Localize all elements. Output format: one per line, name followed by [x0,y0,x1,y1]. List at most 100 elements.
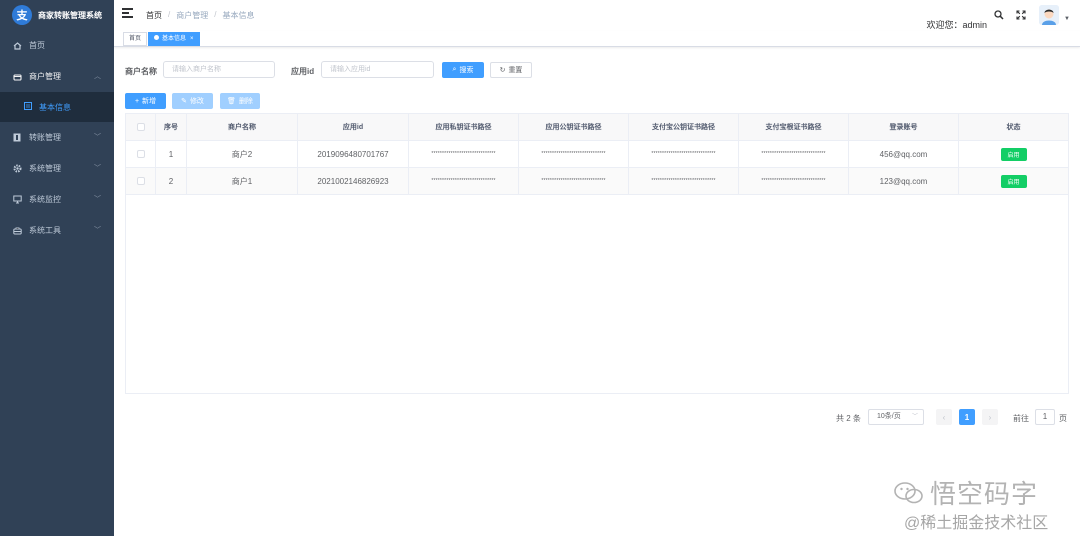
reset-button[interactable]: ↻ 重置 [490,62,532,78]
appid-input[interactable] [321,61,434,78]
row-select-cell[interactable] [126,141,156,167]
column-header: 状态 [1006,124,1021,131]
cell-app-private-cert: ****************************** [409,168,519,194]
appid-label: 应用id [291,67,315,76]
avatar[interactable] [1039,5,1059,25]
caret-down-icon[interactable]: ▼ [1064,16,1070,22]
status-badge: 启用 [1000,147,1027,161]
cell-app-public-cert: ****************************** [519,141,629,167]
breadcrumb-home[interactable]: 首页 [146,10,162,21]
cell-alipay-public-cert: ****************************** [629,141,739,167]
select-all-cell[interactable] [126,114,156,140]
monitor-icon [12,195,22,204]
refresh-icon: ↻ [499,67,506,74]
chevron-down-icon: ﹀ [911,414,918,420]
tag-home[interactable]: 首页 [123,32,148,46]
chevron-down-icon: ﹀ [94,227,101,234]
sidebar-logo-row[interactable]: 支 商家转账管理系统 [0,0,114,30]
cell-appid: 2019096480701767 [298,141,409,167]
sidebar-item-label: 系统监控 [29,195,61,204]
column-header: 支付宝根证书路径 [739,114,849,140]
page-size-select[interactable]: 10条/页 ﹀ [868,409,924,425]
sidebar-item-transfer[interactable]: 转账管理 ﹀ [0,122,114,153]
chevron-down-icon: ﹀ [94,196,101,203]
app-title: 商家转账管理系统 [38,10,102,20]
goto-page-input[interactable]: 1 [1035,409,1055,425]
merchant-name-input[interactable] [163,61,275,78]
status-badge: 启用 [1000,174,1027,188]
watermark-main: 悟空码字 [894,474,1038,512]
tags-view: 首页 基本信息 × [114,31,1080,47]
transfer-icon [12,133,22,142]
table-row[interactable]: 2 商户1 2021002146826923 *****************… [126,168,1068,195]
goto-label: 前往 [1013,414,1029,423]
search-icon[interactable] [994,10,1004,20]
plus-icon: + [134,97,140,105]
hamburger-icon[interactable] [122,8,133,18]
merchant-table: 序号 商户名称 应用id 应用私钥证书路径 应用公钥证书路径 支付宝公钥证书路径… [125,113,1069,394]
add-button-label: 新增 [142,98,157,105]
pagination-total: 共 2 条 [836,414,861,423]
shop-icon [12,73,22,81]
tag-basic-info[interactable]: 基本信息 × [148,32,200,46]
merchant-name-label: 商户名称 [125,67,157,76]
edit-button-label: 修改 [189,98,204,105]
breadcrumb: 首页 / 商户管理 / 基本信息 [146,10,254,21]
prev-page-button[interactable]: ‹ [936,409,952,425]
submenu-merchant: 基本信息 [0,92,114,122]
close-icon[interactable]: × [190,36,194,42]
fullscreen-icon[interactable] [1016,10,1026,20]
sidebar-item-system[interactable]: 系统管理 ﹀ [0,153,114,184]
cell-merchant-name: 商户2 [187,141,298,167]
sidebar-item-merchant[interactable]: 商户管理 ︿ [0,61,114,92]
welcome-text: 欢迎您：admin [926,20,987,30]
row-checkbox[interactable] [136,150,145,158]
sidebar-item-tools[interactable]: 系统工具 ﹀ [0,215,114,246]
page-size-value: 10条/页 [877,413,901,420]
cell-account: 123@qq.com [849,168,959,194]
select-all-checkbox[interactable] [136,123,145,131]
sidebar-item-label: 商户管理 [29,72,61,81]
row-checkbox[interactable] [136,177,145,185]
sidebar-item-basic-info[interactable]: 基本信息 [0,92,114,122]
sidebar-item-home[interactable]: 首页 [0,30,114,61]
chevron-up-icon: ︿ [94,73,101,80]
column-header: 登录账号 [849,114,959,140]
sidebar-item-monitor[interactable]: 系统监控 ﹀ [0,184,114,215]
watermark-sub: @稀土掘金技术社区 [904,515,1049,532]
page-number-button[interactable]: 1 [959,409,975,425]
sidebar-item-label: 系统工具 [29,226,61,235]
chevron-down-icon: ﹀ [94,165,101,172]
breadcrumb-separator: / [214,10,217,19]
dashboard-icon [12,41,22,50]
logo: 支 [12,5,32,25]
edit-icon: ✎ [181,98,187,105]
cell-merchant-name: 商户1 [187,168,298,194]
row-select-cell[interactable] [126,168,156,194]
page-suffix-label: 页 [1059,414,1067,423]
cell-appid: 2021002146826923 [298,168,409,194]
column-header: 支付宝公钥证书路径 [629,114,739,140]
delete-button[interactable]: 🗑 删除 [220,93,260,109]
search-icon: ⌕ [452,66,457,73]
wechat-icon [894,481,924,512]
cell-alipay-root-cert: ****************************** [739,168,849,194]
gear-icon [12,164,22,173]
trash-icon: 🗑 [227,98,236,105]
sidebar: 支 商家转账管理系统 首页 商户管理 ︿ 基本信息 转账管理 ﹀ 系统管理 ﹀ … [0,0,114,536]
search-button[interactable]: ⌕ 搜索 [442,62,484,78]
sidebar-item-label: 基本信息 [39,102,71,112]
cell-index: 1 [156,141,187,167]
cell-app-private-cert: ****************************** [409,141,519,167]
list-icon [24,102,32,112]
table-row[interactable]: 1 商户2 2019096480701767 *****************… [126,141,1068,168]
edit-button[interactable]: ✎ 修改 [172,93,213,109]
cell-index: 2 [156,168,187,194]
next-page-button[interactable]: › [982,409,998,425]
breadcrumb-current: 基本信息 [222,11,255,20]
add-button[interactable]: + 新增 [125,93,166,109]
toolbox-icon [12,227,22,235]
app-window: 支 商家转账管理系统 首页 商户管理 ︿ 基本信息 转账管理 ﹀ 系统管理 ﹀ … [0,0,1080,536]
cell-app-public-cert: ****************************** [519,168,629,194]
cell-alipay-root-cert: ****************************** [739,141,849,167]
